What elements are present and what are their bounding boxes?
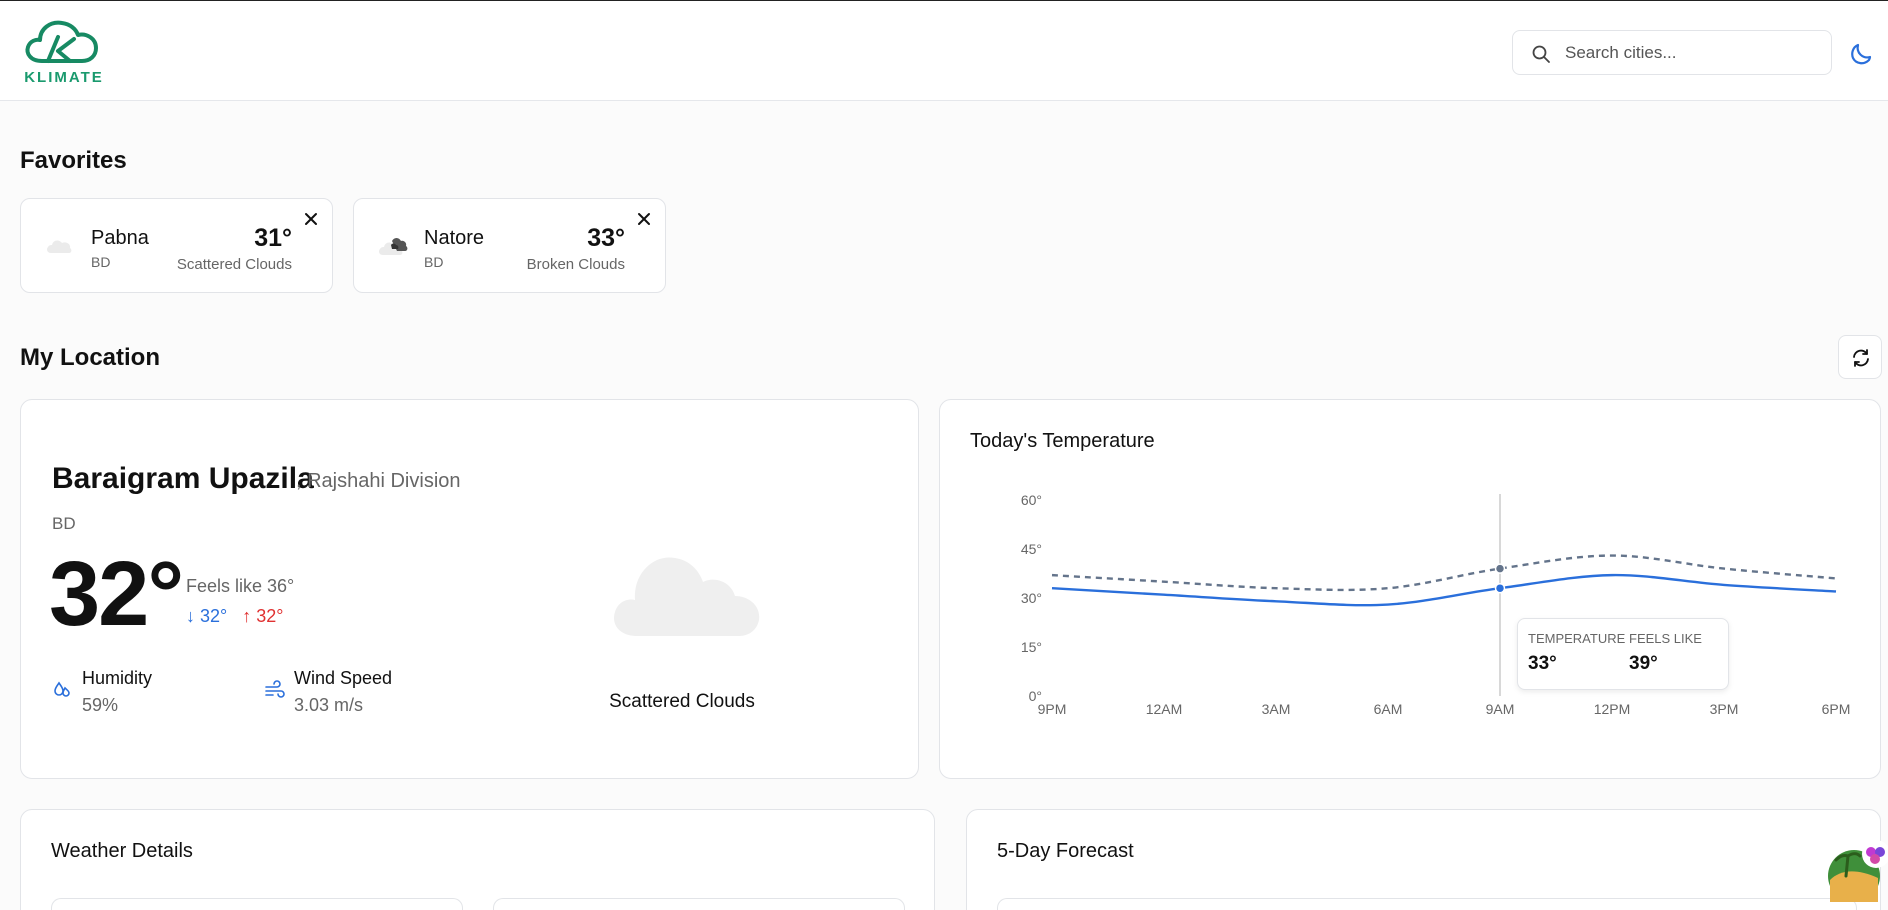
droplets-icon: [54, 681, 70, 697]
x-tick-label: 3PM: [1710, 701, 1739, 717]
weather-details-title: Weather Details: [51, 840, 193, 862]
y-tick-label: 45°: [1021, 541, 1042, 557]
todays-temperature-card: Today's Temperature 0° 15° 30° 45° 60° 9PM 12A…: [939, 399, 1881, 779]
scattered-clouds-icon: [47, 240, 72, 253]
x-tick-label: 12PM: [1594, 701, 1631, 717]
max-temp-value: 32°: [256, 606, 284, 626]
remove-favorite-close-icon[interactable]: [635, 210, 653, 228]
city-search[interactable]: [1512, 30, 1832, 75]
favorite-temp: 33°: [587, 224, 625, 252]
min-temperature: ↓ 32°: [186, 606, 228, 626]
x-tick-label: 3AM: [1262, 701, 1291, 717]
favorite-card-natore[interactable]: Natore BD 33° Broken Clouds: [353, 198, 666, 293]
wind-speed-label: Wind Speed: [294, 668, 393, 688]
x-tick-label: 9AM: [1486, 701, 1515, 717]
chart-tooltip: TEMPERATURE FEELS LIKE 33° 39°: [1517, 618, 1729, 690]
active-point-temperature: [1494, 582, 1506, 594]
wind-speed-value: 3.03 m/s: [294, 695, 364, 715]
assistant-avatar-icon[interactable]: [1826, 836, 1888, 910]
search-icon: [1532, 45, 1550, 63]
weather-details-card: Weather Details: [20, 809, 935, 910]
max-temperature: ↑ 32°: [242, 606, 284, 626]
humidity-label: Humidity: [82, 668, 153, 688]
tooltip-temp-label: TEMPERATURE: [1528, 631, 1626, 646]
min-temp-value: 32°: [200, 606, 228, 626]
detail-item: [51, 898, 463, 910]
klimate-logo[interactable]: KLIMATE: [22, 17, 106, 87]
favorite-card-pabna[interactable]: Pabna BD 31° Scattered Clouds: [20, 198, 333, 293]
dark-mode-toggle-moon-icon[interactable]: [1848, 39, 1876, 67]
location-region: , Rajshahi Division: [296, 470, 461, 492]
wind-icon: [265, 680, 285, 698]
x-tick-label: 6PM: [1822, 701, 1851, 717]
feels-like: Feels like 36°: [186, 576, 295, 596]
x-tick-label: 6AM: [1374, 701, 1403, 717]
location-country: BD: [52, 514, 76, 533]
temperature-line-chart[interactable]: 0°15°30°45°60°9PM 12AM 3AM 6AM 9AM 12PM 3PM 6PM: [940, 400, 1882, 780]
weather-condition: Scattered Clouds: [609, 691, 755, 712]
refresh-icon: [1853, 349, 1869, 367]
favorites-heading: Favorites: [20, 147, 127, 174]
forecast-item: [997, 898, 1857, 910]
current-weather-card: Baraigram Upazila , Rajshahi Division BD…: [20, 399, 919, 779]
favorite-city: Pabna: [91, 227, 149, 249]
five-day-forecast-card: 5-Day Forecast: [966, 809, 1881, 910]
current-temperature: 32°: [49, 543, 184, 645]
favorite-country: BD: [424, 254, 444, 270]
favorite-city: Natore: [424, 227, 485, 249]
y-tick-label: 15°: [1021, 639, 1042, 655]
app-name: KLIMATE: [24, 69, 104, 86]
favorite-description: Scattered Clouds: [176, 256, 292, 273]
favorite-description: Broken Clouds: [526, 256, 625, 273]
min-max-temperature: ↓ 32° ↑ 32°: [186, 606, 284, 627]
x-tick-label: 12AM: [1146, 701, 1183, 717]
x-tick-label: 9PM: [1038, 701, 1067, 717]
favorite-temp: 31°: [254, 224, 292, 252]
tooltip-temp-value: 33°: [1528, 653, 1557, 674]
cloud-logo-icon: [25, 20, 98, 63]
favorite-country: BD: [91, 254, 111, 270]
detail-item: [493, 898, 905, 910]
my-location-heading: My Location: [20, 344, 161, 371]
tooltip-feels-label: FEELS LIKE: [1629, 631, 1702, 646]
search-input[interactable]: [1565, 41, 1815, 65]
scattered-clouds-large-icon: [613, 557, 760, 636]
forecast-title: 5-Day Forecast: [997, 840, 1134, 862]
humidity-value: 59%: [82, 695, 119, 715]
tooltip-feels-value: 39°: [1629, 653, 1658, 674]
y-tick-label: 30°: [1021, 590, 1042, 606]
y-tick-label: 60°: [1021, 492, 1042, 508]
top-header: KLIMATE: [0, 1, 1888, 101]
refresh-button[interactable]: [1838, 335, 1882, 379]
location-city: Baraigram Upazila: [52, 462, 314, 495]
active-point-feels-like: [1494, 563, 1506, 574]
remove-favorite-close-icon[interactable]: [302, 210, 320, 228]
series-line-temperature: [1051, 573, 1837, 607]
broken-clouds-icon: [379, 238, 408, 255]
